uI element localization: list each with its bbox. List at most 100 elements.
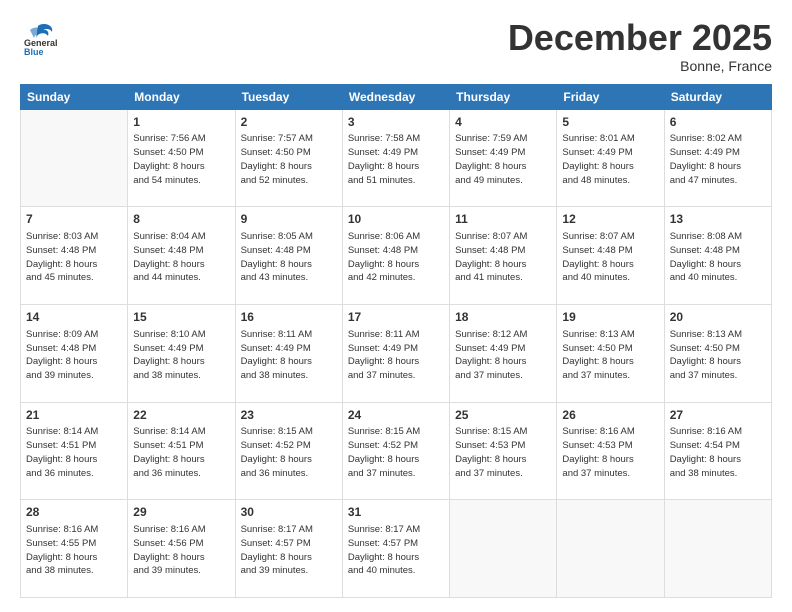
calendar-cell: 27Sunrise: 8:16 AM Sunset: 4:54 PM Dayli… xyxy=(664,402,771,500)
cell-info: Sunrise: 8:17 AM Sunset: 4:57 PM Dayligh… xyxy=(348,523,444,578)
calendar-cell: 16 Sunrise: 8:11 AM Sunset: 4:49 PM Dayli… xyxy=(235,304,342,402)
calendar-cell: 5Sunrise: 8:01 AM Sunset: 4:49 PM Daylig… xyxy=(557,109,664,207)
calendar-table: SundayMondayTuesdayWednesdayThursdayFrid… xyxy=(20,84,772,598)
week-row-4: 21Sunrise: 8:14 AM Sunset: 4:51 PM Dayli… xyxy=(21,402,772,500)
location: Bonne, France xyxy=(508,58,772,74)
calendar-cell: 28Sunrise: 8:16 AM Sunset: 4:55 PM Dayli… xyxy=(21,500,128,598)
calendar-cell: 30 Sunrise: 8:17 AM Sunset: 4:57 PM Dayli… xyxy=(235,500,342,598)
calendar-cell: 1Sunrise: 7:56 AM Sunset: 4:50 PM Daylig… xyxy=(128,109,235,207)
cell-info: Sunrise: 8:17 AM Sunset: 4:57 PM Dayligh… xyxy=(241,523,337,578)
cell-info: Sunrise: 8:10 AM Sunset: 4:49 PM Dayligh… xyxy=(133,328,229,383)
cell-info: Sunrise: 8:07 AM Sunset: 4:48 PM Dayligh… xyxy=(455,230,551,285)
calendar-cell: 24Sunrise: 8:15 AM Sunset: 4:52 PM Dayli… xyxy=(342,402,449,500)
cell-info: Sunrise: 8:01 AM Sunset: 4:49 PM Dayligh… xyxy=(562,132,658,187)
week-row-5: 28Sunrise: 8:16 AM Sunset: 4:55 PM Dayli… xyxy=(21,500,772,598)
day-number: 14 xyxy=(26,309,122,326)
day-number: 31 xyxy=(348,504,444,521)
day-number: 26 xyxy=(562,407,658,424)
cell-info: Sunrise: 8:14 AM Sunset: 4:51 PM Dayligh… xyxy=(133,425,229,480)
day-number: 23 xyxy=(241,407,337,424)
calendar-cell: 26Sunrise: 8:16 AM Sunset: 4:53 PM Dayli… xyxy=(557,402,664,500)
cell-info: Sunrise: 7:56 AM Sunset: 4:50 PM Dayligh… xyxy=(133,132,229,187)
day-number: 8 xyxy=(133,211,229,228)
cell-info: Sunrise: 8:08 AM Sunset: 4:48 PM Dayligh… xyxy=(670,230,766,285)
cell-info: Sunrise: 7:57 AM Sunset: 4:50 PM Dayligh… xyxy=(241,132,337,187)
weekday-header-monday: Monday xyxy=(128,84,235,109)
calendar-cell: 11 Sunrise: 8:07 AM Sunset: 4:48 PM Dayli… xyxy=(450,207,557,305)
day-number: 6 xyxy=(670,114,766,131)
calendar-cell xyxy=(450,500,557,598)
cell-info: Sunrise: 8:04 AM Sunset: 4:48 PM Dayligh… xyxy=(133,230,229,285)
cell-info: Sunrise: 8:14 AM Sunset: 4:51 PM Dayligh… xyxy=(26,425,122,480)
title-block: December 2025 Bonne, France xyxy=(508,18,772,74)
day-number: 11 xyxy=(455,211,551,228)
cell-info: Sunrise: 8:11 AM Sunset: 4:49 PM Dayligh… xyxy=(348,328,444,383)
day-number: 16 xyxy=(241,309,337,326)
calendar-cell: 20 Sunrise: 8:13 AM Sunset: 4:50 PM Dayli… xyxy=(664,304,771,402)
weekday-header-row: SundayMondayTuesdayWednesdayThursdayFrid… xyxy=(21,84,772,109)
cell-info: Sunrise: 8:15 AM Sunset: 4:52 PM Dayligh… xyxy=(348,425,444,480)
calendar-cell: 15 Sunrise: 8:10 AM Sunset: 4:49 PM Dayli… xyxy=(128,304,235,402)
month-title: December 2025 xyxy=(508,18,772,58)
weekday-header-tuesday: Tuesday xyxy=(235,84,342,109)
day-number: 21 xyxy=(26,407,122,424)
cell-info: Sunrise: 8:13 AM Sunset: 4:50 PM Dayligh… xyxy=(670,328,766,383)
calendar-cell: 25Sunrise: 8:15 AM Sunset: 4:53 PM Dayli… xyxy=(450,402,557,500)
cell-info: Sunrise: 7:59 AM Sunset: 4:49 PM Dayligh… xyxy=(455,132,551,187)
weekday-header-wednesday: Wednesday xyxy=(342,84,449,109)
logo: General Blue xyxy=(20,18,58,59)
day-number: 15 xyxy=(133,309,229,326)
header: General Blue December 2025 Bonne, France xyxy=(20,18,772,74)
cell-info: Sunrise: 8:06 AM Sunset: 4:48 PM Dayligh… xyxy=(348,230,444,285)
day-number: 27 xyxy=(670,407,766,424)
calendar-cell: 23Sunrise: 8:15 AM Sunset: 4:52 PM Dayli… xyxy=(235,402,342,500)
cell-info: Sunrise: 8:16 AM Sunset: 4:56 PM Dayligh… xyxy=(133,523,229,578)
cell-info: Sunrise: 7:58 AM Sunset: 4:49 PM Dayligh… xyxy=(348,132,444,187)
weekday-header-sunday: Sunday xyxy=(21,84,128,109)
day-number: 20 xyxy=(670,309,766,326)
day-number: 10 xyxy=(348,211,444,228)
calendar-cell: 13 Sunrise: 8:08 AM Sunset: 4:48 PM Dayli… xyxy=(664,207,771,305)
week-row-3: 14 Sunrise: 8:09 AM Sunset: 4:48 PM Dayli… xyxy=(21,304,772,402)
calendar-cell: 31 Sunrise: 8:17 AM Sunset: 4:57 PM Dayli… xyxy=(342,500,449,598)
calendar-cell: 9Sunrise: 8:05 AM Sunset: 4:48 PM Daylig… xyxy=(235,207,342,305)
day-number: 30 xyxy=(241,504,337,521)
day-number: 1 xyxy=(133,114,229,131)
calendar-cell: 19 Sunrise: 8:13 AM Sunset: 4:50 PM Dayli… xyxy=(557,304,664,402)
day-number: 18 xyxy=(455,309,551,326)
cell-info: Sunrise: 8:09 AM Sunset: 4:48 PM Dayligh… xyxy=(26,328,122,383)
calendar-cell xyxy=(664,500,771,598)
day-number: 7 xyxy=(26,211,122,228)
cell-info: Sunrise: 8:12 AM Sunset: 4:49 PM Dayligh… xyxy=(455,328,551,383)
day-number: 17 xyxy=(348,309,444,326)
cell-info: Sunrise: 8:16 AM Sunset: 4:54 PM Dayligh… xyxy=(670,425,766,480)
calendar-cell: 6Sunrise: 8:02 AM Sunset: 4:49 PM Daylig… xyxy=(664,109,771,207)
calendar-cell xyxy=(557,500,664,598)
day-number: 19 xyxy=(562,309,658,326)
calendar-cell: 18 Sunrise: 8:12 AM Sunset: 4:49 PM Dayli… xyxy=(450,304,557,402)
calendar-cell: 3Sunrise: 7:58 AM Sunset: 4:49 PM Daylig… xyxy=(342,109,449,207)
calendar-cell: 4Sunrise: 7:59 AM Sunset: 4:49 PM Daylig… xyxy=(450,109,557,207)
calendar-cell: 8 Sunrise: 8:04 AM Sunset: 4:48 PM Daylig… xyxy=(128,207,235,305)
calendar-cell: 10 Sunrise: 8:06 AM Sunset: 4:48 PM Dayli… xyxy=(342,207,449,305)
cell-info: Sunrise: 8:03 AM Sunset: 4:48 PM Dayligh… xyxy=(26,230,122,285)
cell-info: Sunrise: 8:07 AM Sunset: 4:48 PM Dayligh… xyxy=(562,230,658,285)
cell-info: Sunrise: 8:15 AM Sunset: 4:52 PM Dayligh… xyxy=(241,425,337,480)
weekday-header-friday: Friday xyxy=(557,84,664,109)
cell-info: Sunrise: 8:16 AM Sunset: 4:55 PM Dayligh… xyxy=(26,523,122,578)
calendar-cell: 12 Sunrise: 8:07 AM Sunset: 4:48 PM Dayli… xyxy=(557,207,664,305)
cell-info: Sunrise: 8:15 AM Sunset: 4:53 PM Dayligh… xyxy=(455,425,551,480)
calendar-cell: 2Sunrise: 7:57 AM Sunset: 4:50 PM Daylig… xyxy=(235,109,342,207)
cell-info: Sunrise: 8:05 AM Sunset: 4:48 PM Dayligh… xyxy=(241,230,337,285)
cell-info: Sunrise: 8:11 AM Sunset: 4:49 PM Dayligh… xyxy=(241,328,337,383)
calendar-cell: 29Sunrise: 8:16 AM Sunset: 4:56 PM Dayli… xyxy=(128,500,235,598)
day-number: 24 xyxy=(348,407,444,424)
cell-info: Sunrise: 8:13 AM Sunset: 4:50 PM Dayligh… xyxy=(562,328,658,383)
day-number: 3 xyxy=(348,114,444,131)
calendar-cell: 21Sunrise: 8:14 AM Sunset: 4:51 PM Dayli… xyxy=(21,402,128,500)
day-number: 13 xyxy=(670,211,766,228)
weekday-header-saturday: Saturday xyxy=(664,84,771,109)
weekday-header-thursday: Thursday xyxy=(450,84,557,109)
logo-icon: General Blue xyxy=(20,18,58,59)
day-number: 12 xyxy=(562,211,658,228)
